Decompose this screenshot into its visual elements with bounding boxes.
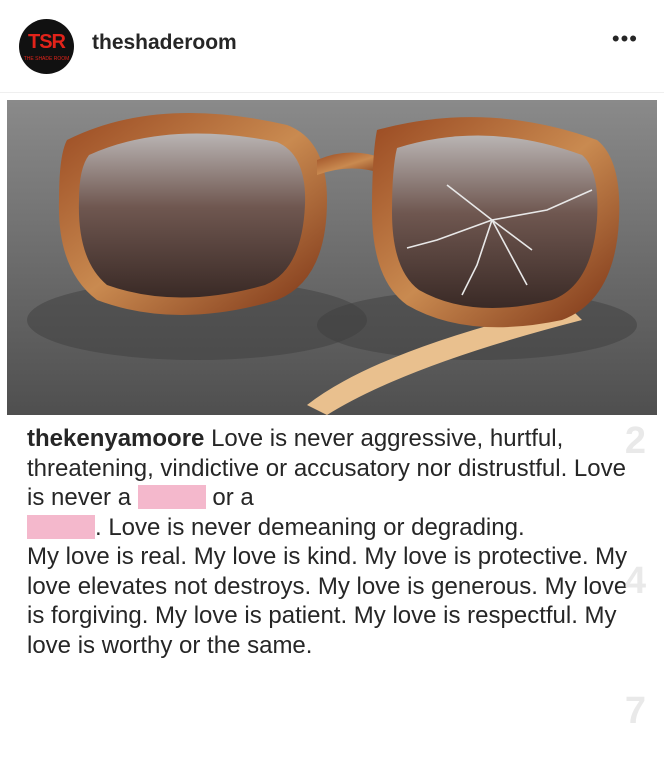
watermark-number: 2 xyxy=(624,420,646,462)
sunglasses-photo-icon xyxy=(7,100,657,415)
post-username[interactable]: theshaderoom xyxy=(92,31,237,55)
post-caption: thekenyamoore Love is never aggressive, … xyxy=(27,424,647,660)
watermark-number: 7 xyxy=(624,690,646,732)
caption-text-3: . Love is never demeaning or degrading. xyxy=(95,513,525,541)
avatar-logo-subtext: THE SHADE ROOM xyxy=(23,56,70,62)
more-options-icon[interactable]: ••• xyxy=(612,26,638,52)
post-header: TSR THE SHADE ROOM theshaderoom ••• xyxy=(0,0,664,93)
caption-paragraph-2: My love is real. My love is kind. My lov… xyxy=(27,543,628,659)
avatar[interactable]: TSR THE SHADE ROOM xyxy=(19,19,74,74)
caption-text-2: or a xyxy=(205,484,254,511)
avatar-logo-text: TSR xyxy=(28,31,66,53)
redaction-block xyxy=(137,485,206,509)
post-photo xyxy=(7,100,657,415)
caption-username[interactable]: thekenyamoore xyxy=(27,425,204,452)
watermark-number: 4 xyxy=(624,560,646,602)
redaction-block xyxy=(27,514,95,539)
